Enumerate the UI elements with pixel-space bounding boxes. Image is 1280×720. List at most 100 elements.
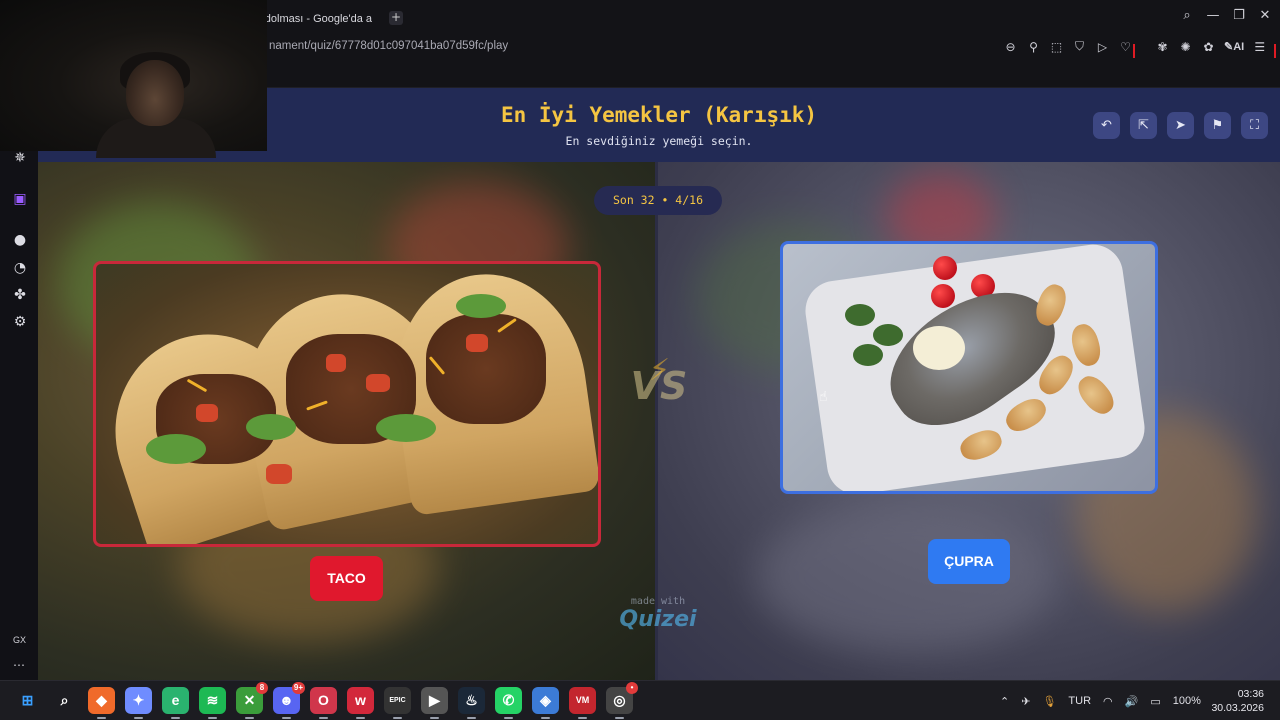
language-indicator[interactable]: TUR (1068, 695, 1091, 707)
choice-button-cupra[interactable]: ÇUPRA (928, 539, 1010, 584)
cherry-tomato (931, 284, 955, 308)
more-icon[interactable]: ⋯ (13, 658, 25, 672)
easy-setup-icon[interactable]: ☰ (1252, 40, 1267, 54)
aria-icon[interactable]: ✵ (10, 148, 30, 168)
undo-icon[interactable]: ↶ (1093, 112, 1120, 139)
browser-sidebar: ✵ ▣ ● ◔ ✤ ⚙ GX ⋯ (0, 88, 38, 680)
ai-label: AI (1233, 41, 1245, 53)
lettuce (456, 294, 506, 318)
parsley (853, 344, 883, 366)
tomato (326, 354, 346, 372)
webcam-overlay (0, 0, 267, 158)
settings-icon[interactable]: ⚙ (10, 312, 30, 332)
divider-mark (1274, 44, 1276, 58)
flag-icon[interactable]: ⚑ (1204, 112, 1231, 139)
network-app-icon[interactable]: ✈ (1021, 695, 1030, 708)
clock-date: 30.03.2026 (1211, 702, 1264, 714)
twitch-icon[interactable]: ▣ (10, 189, 30, 209)
search-icon[interactable]: ⌕ (1180, 8, 1194, 23)
spotify-icon[interactable]: ● (10, 230, 30, 250)
volume-icon[interactable]: 🔊 (1125, 695, 1139, 708)
tomato (466, 334, 488, 352)
epic-games-icon[interactable]: EPIC (384, 687, 411, 719)
voicemeeter-icon[interactable]: VM (569, 687, 596, 719)
pin-icon[interactable]: ⚲ (1026, 40, 1041, 54)
history-icon[interactable]: ◔ (10, 258, 30, 278)
bg-blur (756, 502, 1056, 652)
parsley (873, 324, 903, 346)
share-icon[interactable]: ⇱ (1130, 112, 1157, 139)
close-icon[interactable]: ✕ (1258, 8, 1272, 23)
lemon-slice (913, 326, 965, 370)
ai-button[interactable]: ✎AI (1224, 40, 1244, 53)
lightning-icon: ⚡ (649, 353, 671, 388)
taskbar: ⊞ ⌕ ◆ ✦ e ≋ ✕ 8 ☻ 9+ Ow EPIC ▶ ♨ ✆ ◈ VM ◎ • ⌃ ✈ 🎙 TUR ◠ 🔊 … (0, 680, 1280, 720)
steam-icon[interactable]: ♨ (458, 687, 485, 719)
browser-tab[interactable]: ır dolması - Google'da a (255, 8, 372, 30)
start-icon[interactable]: ⊞ (14, 687, 41, 714)
choice-button-taco[interactable]: TACO (310, 556, 383, 601)
minimize-icon[interactable]: — (1206, 8, 1220, 23)
tomato (196, 404, 218, 422)
wifi-icon[interactable]: ◠ (1103, 695, 1113, 708)
tomato (366, 374, 390, 392)
clock-time: 03:36 (1237, 688, 1264, 700)
send-icon[interactable]: ➤ (1167, 112, 1194, 139)
shield-icon[interactable]: ⛉ (1072, 39, 1087, 54)
lettuce (246, 414, 296, 440)
extension-icon[interactable]: ✿ (1201, 40, 1216, 54)
opera-gx-icon[interactable]: O (310, 687, 337, 719)
gx-label[interactable]: GX (13, 635, 26, 645)
edge-icon[interactable]: e (162, 687, 189, 719)
notification-badge: 8 (256, 682, 268, 694)
round-indicator: Son 32 • 4/16 (594, 186, 722, 215)
chrome-like-icon[interactable]: ◎ • (606, 682, 638, 719)
choice-image-cupra[interactable] (780, 241, 1158, 494)
extensions-icon[interactable]: ✤ (10, 285, 30, 305)
mouse-cursor-icon: ☝ (819, 389, 828, 405)
xbox-icon[interactable]: ✕ 8 (236, 682, 268, 719)
whatsapp-icon[interactable]: ✆ (495, 687, 522, 719)
notification-badge: 9+ (291, 682, 305, 694)
app-grid-icon[interactable]: ◈ (532, 687, 559, 719)
quiz-page: En İyi Yemekler (Karışık) En sevdiğiniz … (38, 88, 1280, 680)
taco-filling (426, 314, 546, 424)
spotify-icon[interactable]: ≋ (199, 687, 226, 719)
extension-icon[interactable]: ✾ (1155, 40, 1170, 54)
new-tab-button[interactable]: + (389, 11, 403, 25)
quizei-logo: Quizei (619, 607, 697, 632)
snapshot-icon[interactable]: ⬚ (1049, 40, 1064, 54)
search-icon[interactable]: ⌕ (51, 687, 78, 714)
taskbar-apps: ⊞ ⌕ ◆ ✦ e ≋ ✕ 8 ☻ 9+ Ow EPIC ▶ ♨ ✆ ◈ VM ◎ • (14, 682, 638, 719)
restore-icon[interactable]: ❐ (1232, 8, 1246, 23)
url-field[interactable]: nament/quiz/67778d01c097041ba07d59fc/pla… (269, 40, 508, 52)
window-controls: ⌕ — ❐ ✕ (1180, 8, 1272, 23)
notification-badge: • (626, 682, 638, 694)
battery-icon[interactable]: ▭ (1150, 695, 1160, 708)
zoom-icon[interactable]: ⊖ (1003, 40, 1018, 54)
tomato (266, 464, 292, 484)
clock[interactable]: 03:36 30.03.2026 (1211, 687, 1264, 715)
play-icon[interactable]: ▷ (1095, 40, 1110, 54)
tab-title: ır dolması - Google'da a (255, 13, 373, 25)
brave-icon[interactable]: ◆ (88, 687, 115, 719)
parsley (845, 304, 875, 326)
desktop-screen: ır dolması - Google'da a + ⌕ — ❐ ✕ namen… (0, 0, 1280, 720)
extension-icon[interactable]: ✺ (1178, 40, 1193, 54)
media-player-icon[interactable]: ▶ (421, 687, 448, 719)
microphone-icon[interactable]: 🎙 (1042, 695, 1056, 708)
fullscreen-icon[interactable]: ⛶ (1241, 112, 1268, 139)
choice-image-taco[interactable] (93, 261, 601, 547)
divider-mark (1133, 44, 1135, 58)
webcam-person-face (126, 60, 184, 126)
overwolf-icon[interactable]: w (347, 687, 374, 719)
copilot-icon[interactable]: ✦ (125, 687, 152, 719)
watermark: made with Quizei (608, 596, 708, 633)
chevron-up-icon[interactable]: ⌃ (1000, 695, 1009, 708)
header-actions: ↶ ⇱ ➤ ⚑ ⛶ (1093, 112, 1268, 139)
heart-icon[interactable]: ♡ (1118, 40, 1133, 54)
watermark-caption: made with (630, 596, 686, 607)
extension-toolbar: ⊖ ⚲ ⬚ ⛉ ▷ ♡ ✾ ✺ ✿ ✎AI ☰ (1003, 39, 1267, 54)
battery-percent: 100% (1172, 695, 1201, 707)
discord-icon[interactable]: ☻ 9+ (273, 682, 305, 719)
